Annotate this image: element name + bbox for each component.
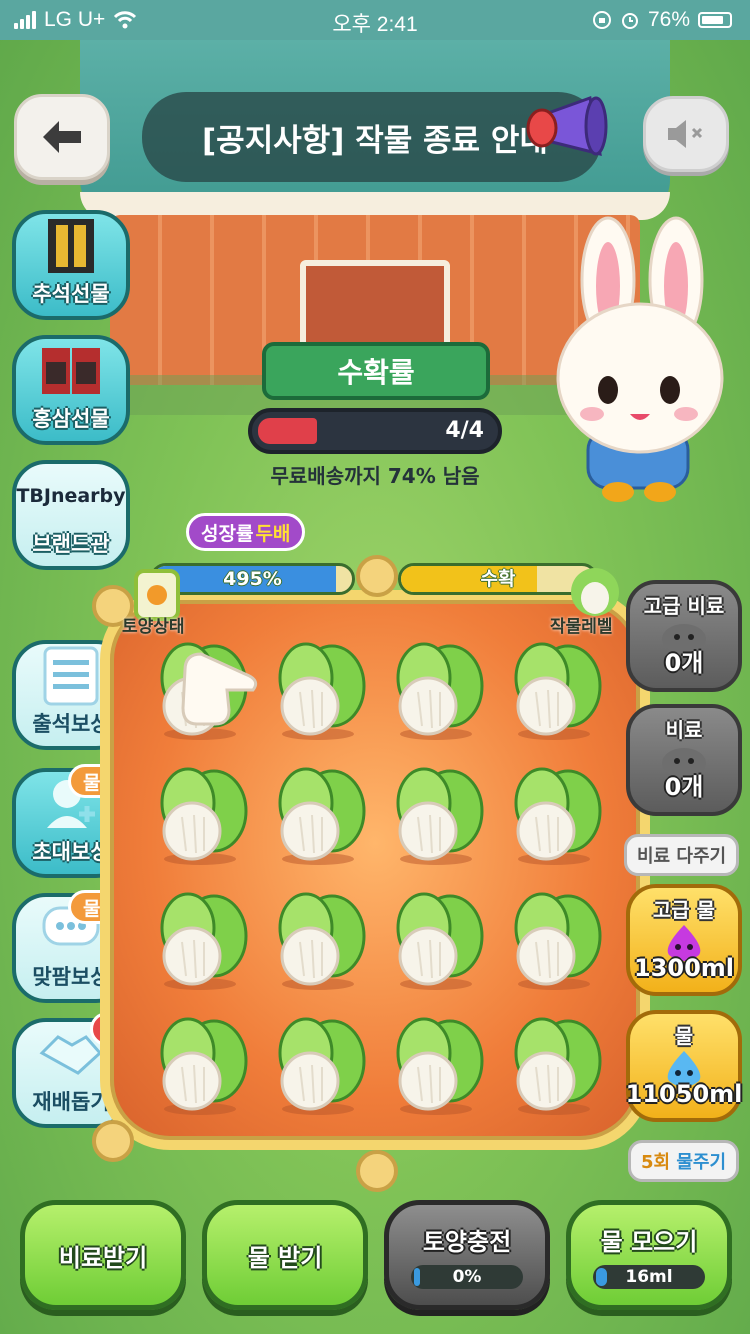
megaphone-icon (526, 95, 608, 157)
water-5x-count: 5회 (641, 1152, 671, 1173)
harvest-rate-bar: 4/4 (248, 408, 502, 454)
red-ginseng-gift-label: 홍삼선물 (32, 407, 110, 431)
soil-charge-label: 토양충전 (422, 1227, 512, 1256)
napa-cabbage-icon[interactable] (504, 765, 604, 865)
water-amount: 11050ml (625, 1080, 743, 1108)
napa-cabbage-icon[interactable] (268, 1015, 368, 1115)
fertilizer-button[interactable]: 비료 0개 (626, 704, 742, 816)
collect-water-label: 물 모으기 (600, 1227, 698, 1256)
napa-cabbage-icon[interactable] (386, 765, 486, 865)
fertilize-all-label: 비료 다주기 (637, 846, 727, 867)
harvest-rate-fill (258, 418, 317, 444)
arrow-left-icon (43, 121, 81, 153)
premium-fertilizer-count: 0개 (664, 649, 704, 677)
collect-water-value: 16ml (625, 1266, 673, 1287)
collect-water-bar: 16ml (593, 1264, 705, 1289)
fence-post (92, 1120, 134, 1162)
game-screen: LG U+ 오후 2:41 76% [공지사항] 작물 종료 안내 수확률 4/… (0, 0, 750, 1334)
brand-hall-label: 브랜드관 (32, 532, 110, 556)
soil-status-label: 토양상태 (122, 617, 185, 637)
napa-cabbage-icon[interactable] (268, 890, 368, 990)
brand-hall-button[interactable]: TBJnearby 브랜드관 (12, 460, 130, 570)
attendance-reward-label: 출석보상 (32, 712, 110, 736)
napa-cabbage-icon[interactable] (150, 1015, 250, 1115)
water-5x-label: 물주기 (676, 1152, 727, 1173)
premium-water-amount: 1300ml (633, 954, 735, 982)
napa-cabbage-icon[interactable] (386, 1015, 486, 1115)
napa-cabbage-icon[interactable] (386, 640, 486, 740)
harvest-rate-title: 수확률 (262, 342, 490, 400)
tutorial-hand-icon (181, 652, 258, 726)
back-button[interactable] (14, 94, 110, 180)
get-water-button[interactable]: 물 받기 (202, 1200, 368, 1310)
growth-rate-bar: 495% (150, 563, 355, 595)
napa-cabbage-icon[interactable] (504, 890, 604, 990)
napa-cabbage-icon[interactable] (268, 765, 368, 865)
speaker-muted-icon (668, 120, 703, 148)
premium-water-button[interactable]: 고급 물 1300ml (626, 884, 742, 996)
status-bar: LG U+ 오후 2:41 76% (0, 0, 750, 40)
soil-charge-bar: 0% (411, 1264, 523, 1289)
premium-fertilizer-button[interactable]: 고급 비료 0개 (626, 580, 742, 692)
chuseok-gift-label: 추석선물 (32, 282, 110, 306)
chuseok-gift-button[interactable]: 추석선물 (12, 210, 130, 320)
napa-cabbage-icon[interactable] (504, 640, 604, 740)
water-5x-button[interactable]: 5회 물주기 (628, 1140, 740, 1182)
napa-cabbage-icon[interactable] (268, 640, 368, 740)
soil-charge-button[interactable]: 토양충전 0% (384, 1200, 550, 1310)
growth-tag-prefix: 성장률 (201, 522, 254, 545)
water-title: 물 (674, 1024, 694, 1048)
fertilizer-count: 0개 (664, 773, 704, 801)
battery-percent: 76% (647, 8, 690, 31)
premium-water-title: 고급 물 (652, 898, 716, 922)
checklist-icon (43, 646, 99, 706)
fence-post (356, 555, 398, 597)
growth-double-tag: 성장률 두배 (186, 513, 306, 551)
fence-post (356, 1150, 398, 1192)
collect-water-button[interactable]: 물 모으기 16ml (566, 1200, 732, 1310)
premium-fertilizer-title: 고급 비료 (643, 594, 725, 618)
water-button[interactable]: 물 11050ml (626, 1010, 742, 1122)
brand-logo-icon: TBJnearby (16, 485, 126, 507)
harvest-rate-text: 4/4 (445, 418, 484, 443)
help-cultivate-label: 재배돕기 (32, 1090, 110, 1114)
fertilizer-title: 비료 (665, 718, 703, 742)
rotation-lock-icon (592, 11, 611, 29)
sound-toggle-button[interactable] (643, 96, 729, 172)
fertilize-all-button[interactable]: 비료 다주기 (624, 834, 740, 876)
harvest-progress-text: 수확 (480, 568, 516, 590)
battery-icon (698, 12, 732, 28)
growth-tag-highlight: 두배 (255, 522, 291, 545)
napa-cabbage-icon[interactable] (386, 890, 486, 990)
red-ginseng-box-icon (42, 348, 100, 394)
harvest-progress-bar: 수확 (398, 563, 598, 595)
napa-cabbage-icon[interactable] (504, 1015, 604, 1115)
crop-level-label: 작물레벨 (550, 617, 613, 637)
gift-box-icon (48, 219, 94, 273)
napa-cabbage-icon[interactable] (150, 765, 250, 865)
red-ginseng-gift-button[interactable]: 홍삼선물 (12, 335, 130, 445)
alarm-icon (621, 13, 638, 29)
mutual-farm-reward-label: 맞팜보상 (32, 965, 110, 989)
get-water-label: 물 받기 (247, 1243, 323, 1272)
soil-charge-value: 0% (452, 1266, 482, 1287)
napa-cabbage-icon[interactable] (150, 890, 250, 990)
get-fertilizer-label: 비료받기 (58, 1243, 148, 1272)
invite-reward-label: 초대보상 (32, 840, 110, 864)
get-fertilizer-button[interactable]: 비료받기 (20, 1200, 186, 1310)
notice-text: [공지사항] 작물 종료 안내 (202, 122, 548, 159)
growth-rate-text: 495% (223, 568, 282, 590)
